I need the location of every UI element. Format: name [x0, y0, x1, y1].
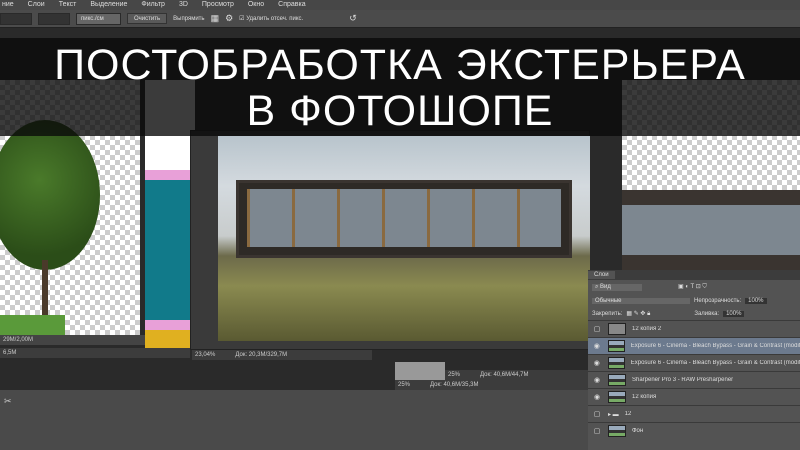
doc-size: 29M/2,00M — [3, 337, 34, 343]
menu-item-select[interactable]: Выделение — [90, 0, 127, 10]
menu-item-view[interactable]: Просмотр — [202, 0, 234, 10]
mid-status-bar: 25% Док: 40,6M/44,7M — [445, 370, 590, 380]
title-line-2: В ФОТОШОПЕ — [246, 87, 554, 135]
timeline-panel: ✂ — [0, 390, 588, 450]
layer-thumbnail — [608, 391, 626, 403]
left-status-bar: 29M/2,00M — [0, 335, 145, 345]
zoom-level: 25% — [448, 372, 461, 378]
blend-mode-select[interactable]: Обычные — [592, 297, 690, 304]
layer-thumbnail — [607, 340, 625, 352]
folder-icon: ▸ ▬ — [608, 411, 619, 418]
delete-cropped-label: Удалить отсеч. пикс. — [246, 16, 304, 22]
zoom-level: 25% — [398, 382, 411, 388]
layers-tab[interactable]: Слои — [588, 271, 615, 279]
tree-trunk — [42, 260, 48, 320]
layer-row[interactable]: ▢ 12 копия 2 — [588, 320, 800, 337]
menu-item-3d[interactable]: 3D — [179, 0, 188, 10]
hidden-visibility-box[interactable]: ▢ — [592, 410, 602, 418]
menu-item-help[interactable]: Справка — [278, 0, 305, 10]
low-status-bar: 25% Док: 40,6M/35,3M — [395, 380, 590, 390]
doc-size: Док: 20,3M/329,7M — [235, 352, 288, 358]
scissors-icon[interactable]: ✂ — [4, 396, 12, 407]
eye-icon[interactable]: ◉ — [592, 359, 602, 367]
layer-name: Sharpener Pro 3 - RAW Presharpener — [632, 377, 734, 383]
fill-field[interactable]: 100% — [723, 310, 745, 317]
layer-name: 12 копия — [632, 394, 657, 400]
grass-image — [0, 315, 65, 335]
layer-thumbnail — [607, 357, 625, 369]
layer-row[interactable]: ▢ ▸ ▬ 12 — [588, 405, 800, 422]
center-status-bar: 23,04% Док: 20,3M/329,7M — [192, 350, 372, 360]
layer-thumbnail — [608, 425, 626, 437]
filter-value: Вид — [600, 283, 611, 290]
layer-list: ▢ 12 копия 2 ◉ Exposure 6 - Cinema - Bleach… — [588, 320, 800, 439]
clear-button[interactable]: Очистить — [127, 13, 168, 24]
grid-icon[interactable]: ▦ — [211, 13, 220, 24]
hidden-visibility-box[interactable]: ▢ — [592, 427, 602, 435]
filter-icons[interactable]: ▣ ◐ T ⊡ ⛉ — [678, 283, 707, 291]
left-status-bar-2: 6,5M — [0, 348, 190, 358]
opacity-label: Непрозрачность: — [694, 297, 742, 304]
opacity-field[interactable]: 100% — [745, 297, 767, 304]
options-bar: пикс./см Очистить Выпрямить ▦ ⚙ ☑ Удалит… — [0, 10, 800, 28]
layer-row[interactable]: ◉ Exposure 6 - Cinema - Bleach Bypass - G… — [588, 337, 800, 354]
layer-thumbnail — [608, 374, 626, 386]
layer-name: Фон — [632, 428, 644, 434]
title-banner: ПОСТОБРАБОТКА ЭКСТЕРЬЕРА В ФОТОШОПЕ — [0, 38, 800, 136]
layer-row[interactable]: ▢ Фон — [588, 422, 800, 439]
layer-name: 12 — [624, 411, 632, 417]
right-house-image — [622, 190, 800, 270]
layer-row[interactable]: ◉ Exposure 6 - Cinema - Bleach Bypass - G… — [588, 354, 800, 371]
title-line-1: ПОСТОБРАБОТКА ЭКСТЕРЬЕРА — [54, 41, 746, 89]
layers-panel: Слои ⌕ Вид ▣ ◐ T ⊡ ⛉ Обычные Непрозрачно… — [588, 270, 800, 450]
layer-name: Exposure 6 - Cinema - Bleach Bypass - Gr… — [630, 360, 800, 366]
eye-icon[interactable]: ◉ — [592, 393, 602, 401]
menu-item[interactable]: ние — [2, 0, 14, 10]
hidden-visibility-box[interactable]: ▢ — [592, 325, 602, 333]
layer-row[interactable]: ◉ Sharpener Pro 3 - RAW Presharpener — [588, 371, 800, 388]
doc-size: Док: 40,6M/44,7M — [480, 372, 529, 378]
doc-size: 6,5M — [3, 350, 17, 356]
height-field[interactable] — [38, 12, 70, 25]
units-select[interactable]: пикс./см — [76, 12, 121, 25]
delete-cropped-checkbox[interactable]: ☑ Удалить отсеч. пикс. — [239, 15, 303, 22]
width-field[interactable] — [0, 12, 32, 25]
menu-item-window[interactable]: Окно — [248, 0, 264, 10]
menu-item-layers[interactable]: Слои — [28, 0, 45, 10]
reset-icon[interactable]: ↺ — [349, 13, 357, 24]
straighten-button[interactable]: Выпрямить — [173, 16, 204, 22]
menu-item-filter[interactable]: Фильтр — [141, 0, 165, 10]
zoom-level: 23,04% — [195, 352, 216, 358]
doc-size: Док: 40,6M/35,3M — [430, 382, 479, 388]
layer-name: Exposure 6 - Cinema - Bleach Bypass - Gr… — [630, 343, 800, 349]
menu-item-type[interactable]: Текст — [59, 0, 77, 10]
house-facade — [236, 180, 572, 258]
layer-filter-select[interactable]: ⌕ Вид — [592, 283, 642, 291]
lock-icons[interactable]: ▦ ✎ ✥ 🔒︎ — [626, 310, 650, 318]
lock-label: Закрепить: — [592, 310, 623, 317]
gear-icon[interactable]: ⚙ — [225, 13, 233, 24]
eye-icon[interactable]: ◉ — [592, 342, 602, 350]
eye-icon[interactable]: ◉ — [592, 376, 602, 384]
fill-label: Заливка: — [694, 310, 720, 317]
menu-bar: ние Слои Текст Выделение Фильтр 3D Просм… — [0, 0, 800, 10]
layer-row[interactable]: ◉ 12 копия — [588, 388, 800, 405]
layer-thumbnail — [608, 323, 626, 335]
layer-name: 12 копия 2 — [632, 326, 662, 332]
